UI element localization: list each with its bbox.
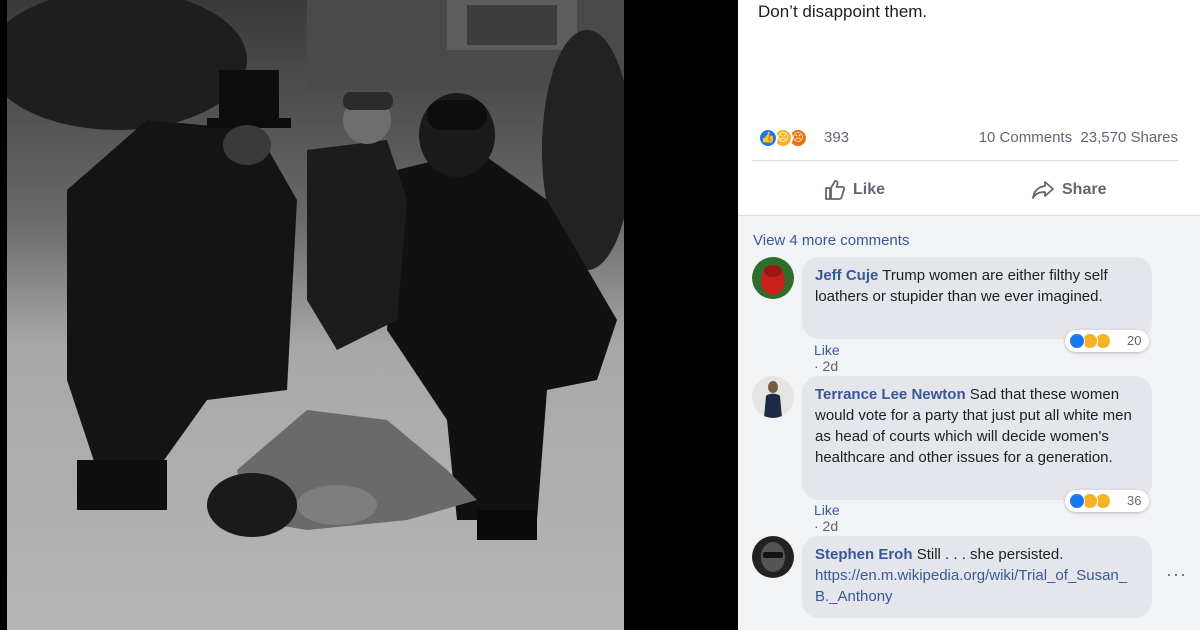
shares-count[interactable]: 23,570 Shares — [1080, 129, 1178, 146]
comment-share-counts: 10 Comments 23,570 Shares — [979, 129, 1178, 146]
avatar[interactable] — [752, 257, 794, 299]
comment-bubble: Jeff Cuje Trump women are either filthy … — [802, 257, 1152, 339]
comment-like-link[interactable]: Like — [814, 502, 840, 518]
comment-bubble: Terrance Lee Newton Sad that these women… — [802, 376, 1152, 500]
like-icon: 👍 — [758, 128, 778, 148]
avatar-image — [752, 376, 794, 418]
avatar[interactable] — [752, 376, 794, 418]
divider — [738, 215, 1200, 216]
like-button[interactable]: Like — [824, 177, 885, 203]
divider — [752, 160, 1178, 161]
like-icon — [1069, 333, 1085, 349]
view-more-comments-link[interactable]: View 4 more comments — [753, 232, 909, 249]
comment-link[interactable]: https://en.m.wikipedia.org/wiki/Trial_of… — [815, 565, 1130, 607]
post-photo[interactable] — [7, 0, 624, 630]
comment-reactions[interactable]: 20 — [1065, 330, 1149, 352]
comment-meta: Like · 2d — [814, 342, 840, 374]
comment-bubble: Stephen Eroh Still . . . she persisted. … — [802, 536, 1152, 618]
photo-illustration — [7, 0, 624, 630]
comment-reactions[interactable]: 36 — [1065, 490, 1149, 512]
more-options-icon[interactable]: ··· — [1166, 564, 1187, 585]
like-icon — [1069, 493, 1085, 509]
comment-text: Still . . . she persisted. — [916, 546, 1064, 563]
comment-author[interactable]: Terrance Lee Newton — [815, 386, 966, 403]
avatar[interactable] — [752, 536, 794, 578]
comment-author[interactable]: Stephen Eroh — [815, 546, 913, 563]
share-icon — [1032, 181, 1054, 199]
comment-time[interactable]: · 2d — [814, 518, 838, 534]
share-label: Share — [1062, 181, 1107, 198]
post-counts: 👍 ☹ ☹ 393 10 Comments 23,570 Shares — [758, 128, 1178, 150]
comments-section: View 4 more comments Jeff Cuje Trump wom… — [738, 215, 1200, 630]
comment-author[interactable]: Jeff Cuje — [815, 267, 878, 284]
like-label: Like — [853, 181, 886, 198]
comments-count[interactable]: 10 Comments — [979, 129, 1072, 146]
comment-like-link[interactable]: Like — [814, 342, 840, 358]
post-caption: Don’t disappoint them. — [758, 2, 928, 21]
share-button[interactable]: Share — [1031, 177, 1106, 203]
comment-meta: Like · 2d — [814, 502, 840, 534]
post-panel: Don’t disappoint them. 👍 ☹ ☹ 393 10 Comm… — [738, 0, 1200, 630]
comment-time[interactable]: · 2d — [814, 358, 838, 374]
thumbs-up-icon — [825, 180, 846, 200]
comment-reaction-count: 20 — [1127, 333, 1142, 348]
avatar-image — [752, 257, 794, 299]
avatar-image — [752, 536, 794, 578]
reaction-count[interactable]: 393 — [824, 129, 849, 146]
comment-reaction-count: 36 — [1127, 493, 1142, 508]
